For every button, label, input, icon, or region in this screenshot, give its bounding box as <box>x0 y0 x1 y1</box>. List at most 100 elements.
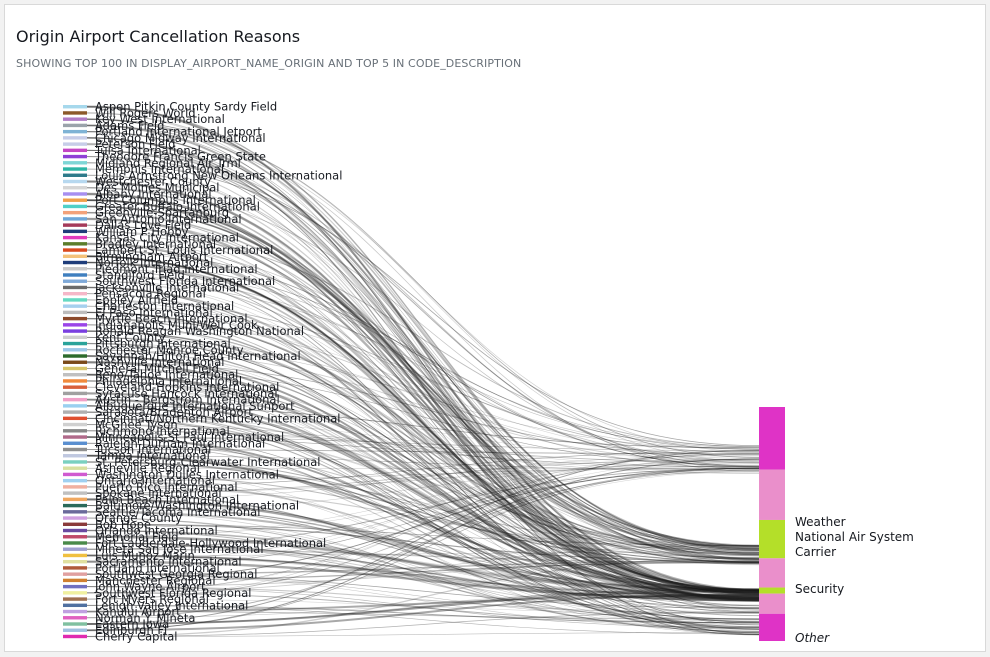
source-nodes <box>63 105 87 639</box>
source-node <box>63 447 87 452</box>
source-node <box>63 111 87 115</box>
target-labels: WeatherNational Air SystemCarrier Securit… <box>795 515 914 645</box>
source-node <box>63 335 87 340</box>
source-node <box>63 572 87 576</box>
source-node <box>63 235 87 240</box>
source-node <box>63 510 87 514</box>
source-node <box>63 391 87 396</box>
target-node-segment <box>759 558 785 588</box>
source-node <box>63 298 87 302</box>
source-node <box>63 161 87 165</box>
target-nodes <box>759 407 785 641</box>
source-node <box>63 373 87 377</box>
chart-card: Origin Airport Cancellation Reasons SHOW… <box>4 4 986 652</box>
source-node <box>63 528 87 533</box>
source-node <box>63 366 87 371</box>
source-node <box>63 597 87 601</box>
source-node <box>63 566 87 570</box>
source-node <box>63 248 87 252</box>
source-node <box>63 441 87 445</box>
source-node <box>63 348 87 352</box>
source-node <box>63 578 87 583</box>
source-node <box>63 397 87 402</box>
source-node <box>63 316 87 321</box>
source-node <box>63 192 87 196</box>
source-node <box>63 260 87 265</box>
source-node <box>63 503 87 508</box>
source-node <box>63 123 87 128</box>
target-node-segment <box>759 519 785 559</box>
target-node-segment <box>759 613 785 641</box>
target-label: National Air System <box>795 530 914 544</box>
source-node <box>63 142 87 146</box>
source-node <box>63 267 87 271</box>
source-node <box>63 535 87 539</box>
source-node <box>63 229 87 234</box>
source-node <box>63 186 87 190</box>
source-node <box>63 341 87 346</box>
target-node-segment <box>759 469 785 520</box>
source-node <box>63 285 87 290</box>
source-node <box>63 198 87 202</box>
source-node <box>63 167 87 171</box>
source-node <box>63 329 87 333</box>
source-node <box>63 217 87 221</box>
source-node <box>63 179 87 184</box>
source-node <box>63 223 87 227</box>
source-node <box>63 210 87 215</box>
source-node <box>63 410 87 414</box>
source-node <box>63 622 87 626</box>
source-node <box>63 242 87 246</box>
source-node <box>63 416 87 421</box>
source-node <box>63 279 87 283</box>
source-node <box>63 591 87 595</box>
source-node <box>63 129 87 134</box>
source-node <box>63 628 87 632</box>
source-node <box>63 616 87 620</box>
source-node <box>63 273 87 277</box>
target-node-segment <box>759 407 785 470</box>
source-node <box>63 559 87 564</box>
source-node <box>63 291 87 296</box>
target-node-segment <box>759 587 785 594</box>
source-node <box>63 173 87 177</box>
source-node <box>63 522 87 527</box>
source-node <box>63 354 87 358</box>
source-node <box>63 491 87 495</box>
source-node <box>63 385 87 389</box>
source-node <box>63 204 87 209</box>
source-node <box>63 304 87 308</box>
source-node <box>63 541 87 545</box>
source-node <box>63 254 87 259</box>
source-node <box>63 154 87 159</box>
source-node <box>63 360 87 364</box>
source-node <box>63 609 87 614</box>
source-node <box>63 466 87 470</box>
source-node <box>63 553 87 558</box>
source-node <box>63 323 87 327</box>
source-node <box>63 584 87 589</box>
source-node <box>63 148 87 153</box>
source-node <box>63 478 87 483</box>
source-node <box>63 379 87 383</box>
source-label: Cherry Capital <box>95 629 177 643</box>
source-node <box>63 105 87 109</box>
source-node <box>63 404 87 408</box>
source-node <box>63 117 87 121</box>
source-node <box>63 472 87 477</box>
source-node <box>63 634 87 639</box>
target-label: Security <box>795 582 844 596</box>
source-node <box>63 497 87 502</box>
source-node <box>63 516 87 520</box>
target-label: Weather <box>795 515 846 529</box>
source-node <box>63 460 87 464</box>
source-node <box>63 435 87 439</box>
source-node <box>63 310 87 315</box>
sankey-chart: Aspen Pitkin County Sardy FieldWill Roge… <box>63 100 914 645</box>
source-node <box>63 547 87 551</box>
source-node <box>63 603 87 608</box>
target-node-segment <box>759 593 785 614</box>
source-node <box>63 136 87 140</box>
source-node <box>63 454 87 458</box>
target-label: Carrier <box>795 545 836 559</box>
